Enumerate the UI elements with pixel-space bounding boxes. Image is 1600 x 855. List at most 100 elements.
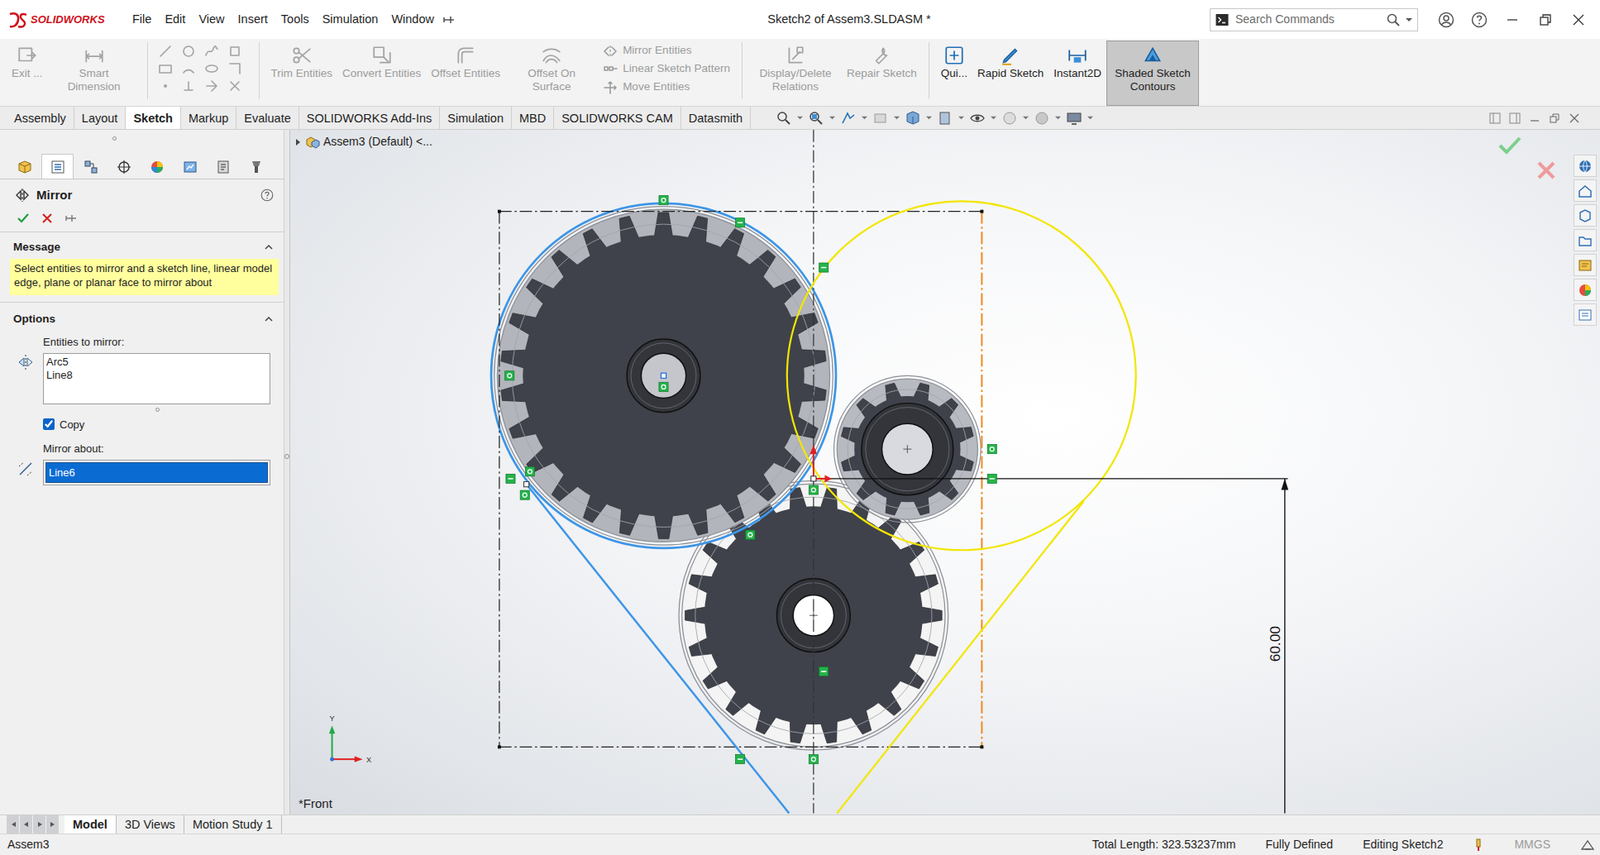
menu-item[interactable]: View — [191, 7, 231, 33]
entity-item[interactable]: Line8 — [46, 368, 268, 383]
task-pane-tab[interactable] — [1573, 204, 1597, 227]
dropdown-icon[interactable] — [1405, 16, 1413, 24]
menu-item[interactable]: Window — [384, 7, 441, 33]
sketch-tool-icon[interactable] — [157, 61, 173, 77]
selected-entity[interactable]: Line6 — [45, 462, 268, 484]
sketch-tool-icon[interactable] — [181, 78, 196, 94]
relation-marker[interactable] — [520, 490, 530, 500]
sketch-tool-icon[interactable] — [157, 78, 173, 94]
ribbon-button[interactable]: Offset On Surface — [505, 40, 598, 106]
panel-tab[interactable] — [74, 153, 107, 179]
options-section-header[interactable]: Options — [0, 304, 284, 331]
view-tool-icon[interactable] — [1065, 109, 1083, 127]
entities-list[interactable]: Arc5Line8 — [42, 353, 271, 405]
sketch-tool-icon[interactable] — [227, 61, 243, 77]
view-tool-icon[interactable] — [840, 109, 857, 127]
ok-check-icon[interactable] — [16, 211, 30, 225]
task-pane-tab[interactable] — [1573, 278, 1597, 301]
panel-tab[interactable] — [8, 153, 41, 179]
model-tab[interactable]: 3D Views — [116, 815, 185, 834]
relation-marker[interactable] — [659, 195, 669, 206]
selected-line[interactable] — [524, 482, 790, 814]
minimize-button[interactable] — [1495, 5, 1529, 34]
confirm-ok-button[interactable] — [1497, 134, 1523, 157]
view-tool-icon[interactable] — [904, 109, 922, 127]
sketch-tool-icon[interactable] — [204, 78, 220, 94]
sketch-tools[interactable] — [154, 40, 253, 106]
sketch-canvas[interactable]: 60.00YX — [290, 129, 1600, 815]
relation-marker[interactable] — [808, 485, 818, 495]
panel-tab[interactable] — [107, 153, 140, 179]
spur-gear-large[interactable] — [494, 206, 834, 546]
panel-tab[interactable] — [140, 153, 173, 179]
command-tab[interactable]: Evaluate — [236, 106, 299, 129]
relation-marker[interactable] — [735, 218, 745, 228]
dropdown-icon[interactable] — [926, 114, 932, 121]
dropdown-icon[interactable] — [1022, 114, 1029, 121]
dropdown-icon[interactable] — [893, 114, 900, 121]
view-tool-icon[interactable] — [872, 109, 889, 127]
task-pane-tab[interactable] — [1573, 179, 1597, 202]
view-tool-icon[interactable] — [1001, 109, 1018, 127]
list-resize-handle[interactable] — [155, 407, 160, 412]
dropdown-icon[interactable] — [990, 114, 997, 121]
ribbon-button[interactable]: Offset Entities — [425, 40, 506, 106]
mirror-about-input[interactable]: Line6 — [42, 459, 271, 487]
model-tab[interactable]: Motion Study 1 — [184, 815, 282, 834]
spur-gear-small[interactable] — [834, 375, 982, 523]
sketch-tool-icon[interactable] — [227, 43, 243, 59]
expand-arrow-icon[interactable] — [295, 138, 302, 147]
graphics-area[interactable]: 60.00YXAssem3 (Default) <...*Front — [290, 129, 1600, 815]
menu-item[interactable]: Tools — [274, 7, 316, 33]
rebuild-icon[interactable] — [1472, 838, 1485, 852]
ribbon-button[interactable]: Convert Entities — [337, 40, 426, 106]
ribbon-button[interactable]: Repair Sketch — [841, 40, 922, 106]
restore-button[interactable] — [1528, 5, 1562, 34]
tile-left-icon[interactable] — [1489, 112, 1501, 125]
keep-visible-pin-icon[interactable] — [64, 211, 78, 225]
sketch-tool-icon[interactable] — [204, 43, 220, 59]
menu-item[interactable]: Edit — [157, 7, 192, 33]
search-box[interactable] — [1209, 8, 1419, 32]
ribbon-button[interactable]: Exit ... — [6, 40, 48, 106]
command-tab[interactable]: Datasmith — [681, 106, 751, 129]
tree-root-label[interactable]: Assem3 (Default) <... — [323, 133, 433, 151]
menu-item[interactable]: Simulation — [315, 7, 386, 33]
command-tab[interactable]: Assembly — [6, 106, 75, 129]
view-tool-icon[interactable] — [936, 109, 954, 127]
menu-item[interactable]: File — [125, 7, 158, 33]
units-selector[interactable]: MMGS — [1514, 835, 1551, 854]
cancel-x-icon[interactable] — [41, 212, 53, 225]
tab-scroll-button[interactable] — [6, 815, 20, 834]
message-section-header[interactable]: Message — [0, 232, 284, 259]
feature-tree-flyout[interactable]: Assem3 (Default) <... — [295, 133, 433, 151]
panel-tab[interactable] — [173, 153, 206, 179]
ds-logo-icon[interactable] — [8, 11, 29, 29]
horizontal-line[interactable] — [813, 477, 1289, 479]
sketch-tool-icon[interactable] — [157, 43, 173, 59]
close-icon[interactable] — [1568, 112, 1581, 125]
tab-scroll-button[interactable] — [46, 815, 60, 834]
panel-tab[interactable] — [41, 153, 74, 179]
relation-marker[interactable] — [819, 262, 829, 273]
view-tool-icon[interactable] — [807, 109, 825, 127]
minimize-icon[interactable] — [1528, 112, 1541, 125]
ribbon-button[interactable]: Instant2D — [1048, 40, 1107, 106]
dropdown-icon[interactable] — [797, 114, 803, 121]
ribbon-small-button[interactable]: Linear Sketch Pattern — [602, 60, 731, 78]
dimension-value[interactable]: 60.00 — [1266, 625, 1284, 662]
sketch-tool-icon[interactable] — [204, 61, 220, 77]
selected-arc[interactable] — [491, 203, 836, 549]
tab-scroll-button[interactable] — [19, 815, 34, 834]
ribbon-button[interactable]: Display/Delete Relations — [749, 40, 842, 106]
relation-marker[interactable] — [987, 444, 997, 454]
search-icon[interactable] — [1385, 12, 1401, 28]
help-button[interactable] — [1462, 5, 1496, 34]
pin-icon[interactable] — [440, 12, 456, 28]
command-tab[interactable]: Simulation — [439, 106, 512, 129]
help-icon[interactable] — [260, 188, 274, 202]
user-button[interactable] — [1429, 5, 1463, 34]
search-input[interactable] — [1233, 9, 1381, 29]
view-tool-icon[interactable] — [1033, 109, 1051, 127]
ribbon-button[interactable]: Qui... — [936, 40, 973, 106]
